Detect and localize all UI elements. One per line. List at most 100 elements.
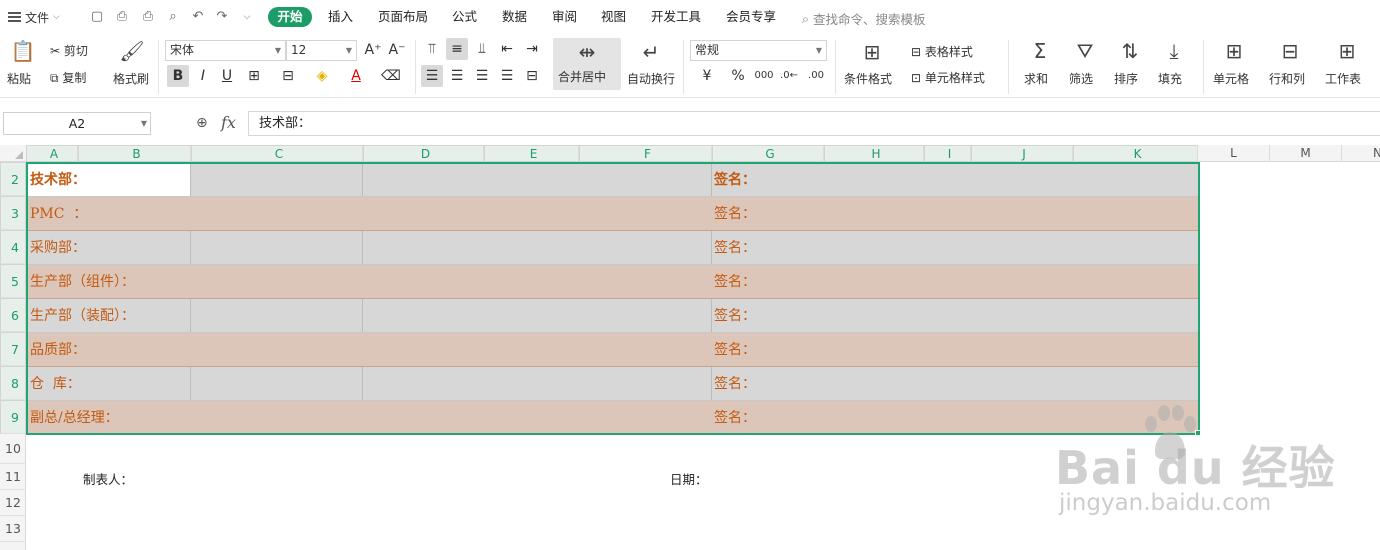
decrease-indent-icon[interactable]: ⇤ [496,38,518,60]
align-left-icon[interactable]: ☰ [421,65,443,87]
table-style-button[interactable]: ⊟ 表格样式 [911,43,973,60]
sign-cell[interactable]: 签名： [711,163,756,197]
tab-page-layout[interactable]: 页面布局 [378,9,428,25]
wrap-text-icon[interactable]: ↵ [636,40,666,64]
align-middle-icon[interactable]: ≡ [446,38,468,60]
undo-icon[interactable]: ↶ [189,8,207,26]
font-size-select[interactable]: 12 ▼ [286,40,357,61]
fill-color-icon[interactable]: ◈ [311,65,333,87]
fill-handle[interactable] [1195,430,1201,436]
copy-button[interactable]: ⧉ 复制 [50,69,86,86]
row-header[interactable]: 7 [0,332,26,366]
sign-cell[interactable]: 签名： [711,231,756,265]
thousands-separator-icon[interactable]: 000 [753,65,775,87]
cell-fill-pattern-icon[interactable]: ⊟ [277,65,299,87]
fill-icon[interactable]: ⤓ [1159,39,1189,63]
print-icon[interactable]: ⎙ [139,8,157,26]
row-header[interactable]: 11 [0,464,26,490]
decrease-font-icon[interactable]: A⁻ [386,39,408,61]
fill-button[interactable]: 填充 [1158,70,1182,87]
filter-icon[interactable]: ⛛ [1070,39,1100,63]
tab-formulas[interactable]: 公式 [452,9,477,25]
sign-cell[interactable]: 签名： [711,265,756,299]
sum-button[interactable]: 求和 [1024,70,1048,87]
output-pdf-icon[interactable]: ⎙ [113,8,131,26]
sign-cell[interactable]: 签名： [711,367,756,401]
row-header[interactable]: 2 [0,162,26,196]
print-preview-icon[interactable]: ⌕ [164,8,182,26]
sign-cell[interactable]: 签名： [711,299,756,333]
column-header-f[interactable]: F [579,145,712,162]
sort-button[interactable]: 排序 [1114,70,1138,87]
font-color-icon[interactable]: A [345,65,367,87]
cut-button[interactable]: ✂ 剪切 [50,42,88,59]
currency-button[interactable]: ¥ [696,65,718,87]
tab-view[interactable]: 视图 [601,9,626,25]
column-header-m[interactable]: M [1270,145,1342,162]
column-header-j[interactable]: J [971,145,1073,162]
select-all-corner[interactable] [0,145,26,162]
row-header[interactable]: 13 [0,516,26,542]
function-icon[interactable]: fx [221,113,236,132]
name-box[interactable]: A2 ▼ [3,112,151,135]
sort-icon[interactable]: ⇅ [1115,39,1145,63]
redo-icon[interactable]: ↷ [213,8,231,26]
filter-button[interactable]: 筛选 [1069,70,1093,87]
clear-format-icon[interactable]: ⌫ [380,65,402,87]
maker-label[interactable]: 制表人： [83,469,133,488]
sign-cell[interactable]: 签名： [711,401,756,435]
save-icon[interactable]: ▢ [88,8,106,26]
align-center-icon[interactable]: ☰ [446,65,468,87]
worksheet-button[interactable]: 工作表 [1325,70,1361,87]
rows-cols-button[interactable]: 行和列 [1269,70,1305,87]
italic-icon[interactable]: I [192,65,214,87]
rows-cols-icon[interactable]: ⊟ [1275,39,1305,63]
sign-cell[interactable]: 签名： [711,333,756,367]
border-icon[interactable]: ⊞ [243,65,265,87]
file-menu[interactable]: 文件 ⌵ [8,8,60,26]
justify-icon[interactable]: ☰ [496,65,518,87]
dept-cell[interactable]: 采购部： [27,231,86,265]
cell-style-button[interactable]: ⊡ 单元格样式 [911,69,985,86]
row-header[interactable]: 10 [0,434,26,464]
sign-cell[interactable]: 签名： [711,197,756,231]
tab-home[interactable]: 开始 [268,7,312,27]
bold-icon[interactable]: B [167,65,189,87]
column-header-h[interactable]: H [824,145,924,162]
column-header-l[interactable]: L [1198,145,1270,162]
row-header[interactable]: 9 [0,400,26,434]
distributed-align-icon[interactable]: ⊟ [521,65,543,87]
row-header[interactable]: 14 [0,542,26,550]
column-header-k[interactable]: K [1073,145,1198,162]
percent-button[interactable]: % [727,65,749,87]
column-header-e[interactable]: E [484,145,579,162]
row-header[interactable]: 8 [0,366,26,400]
row-header[interactable]: 3 [0,196,26,230]
column-header-d[interactable]: D [363,145,484,162]
tab-developer[interactable]: 开发工具 [651,9,701,25]
dept-cell[interactable]: 副总/总经理： [27,401,119,435]
dept-cell[interactable]: 技术部： [27,163,86,197]
tab-review[interactable]: 审阅 [552,9,577,25]
cells-button[interactable]: 单元格 [1213,70,1249,87]
sum-icon[interactable]: Σ [1025,39,1055,63]
underline-icon[interactable]: U [216,65,238,87]
column-header-c[interactable]: C [191,145,363,162]
paste-icon[interactable]: 📋 [8,39,38,63]
dept-cell[interactable]: 仓 库： [27,367,81,401]
column-header-g[interactable]: G [712,145,824,162]
column-header-a[interactable]: A [26,145,78,162]
wrap-text-button[interactable]: 自动换行 [627,70,675,87]
column-header-b[interactable]: B [78,145,191,162]
tab-member[interactable]: 会员专享 [726,9,776,25]
decrease-decimal-icon[interactable]: .00 [805,65,827,87]
dept-cell[interactable]: 品质部： [27,333,86,367]
paste-button[interactable]: 粘贴 [7,70,31,87]
merge-center-button[interactable]: ⇹ 合并居中 [553,38,621,90]
row-header[interactable]: 12 [0,490,26,516]
worksheet-icon[interactable]: ⊞ [1332,39,1362,63]
tab-data[interactable]: 数据 [502,9,527,25]
increase-decimal-icon[interactable]: .0← [778,65,800,87]
cells-icon[interactable]: ⊞ [1219,39,1249,63]
formula-input[interactable]: 技术部： [248,111,1380,136]
